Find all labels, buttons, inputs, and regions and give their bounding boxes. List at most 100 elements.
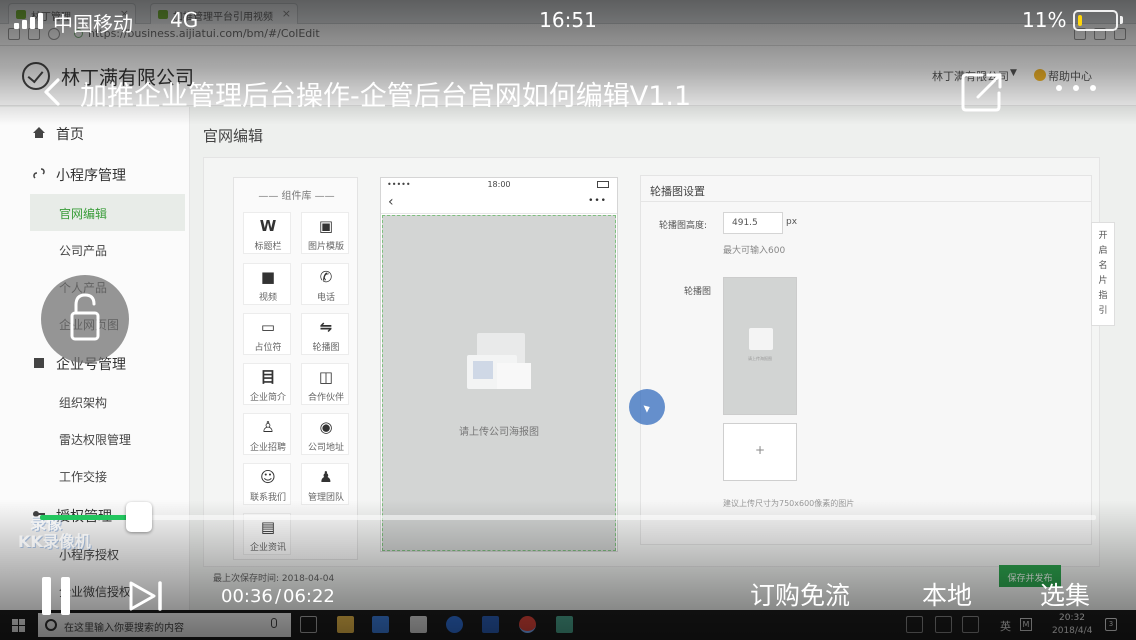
phone-time: 18:00 <box>487 180 511 189</box>
sidebar-item-org-structure: 组织架构 <box>59 396 108 410</box>
help-icon <box>1034 69 1046 81</box>
component-label: 标题栏 <box>254 242 282 252</box>
card-guide-char: 片 <box>1098 276 1108 286</box>
smile-icon: ☺ <box>260 468 276 486</box>
windows-start-icon <box>12 619 25 632</box>
browser-icon <box>446 616 463 633</box>
carousel-height-unit: px <box>786 217 798 227</box>
placeholder-icon: ▭ <box>260 318 276 336</box>
title-bar-icon: W <box>259 217 277 235</box>
sidebar-section-label: 首页 <box>56 127 84 143</box>
partners-icon: ◫ <box>318 368 334 386</box>
video-icon: ■ <box>260 268 276 286</box>
carousel-image-thumbnail: 请上传海报图 <box>723 277 797 415</box>
pause-icon <box>61 577 70 615</box>
caret-down-icon: ▼ <box>1010 68 1017 78</box>
mail-icon <box>410 616 427 633</box>
card-guide-tab: 开 启 名 片 指 引 <box>1091 222 1115 326</box>
component-contact: ☺ 联系我们 <box>243 463 291 505</box>
next-button[interactable] <box>128 580 164 612</box>
link-icon <box>33 168 45 179</box>
screen-lock-button[interactable] <box>41 275 129 363</box>
phone-more-icon: ••• <box>588 196 607 206</box>
people-icon <box>906 616 923 633</box>
free-data-subscribe-button[interactable]: 订购免流 <box>750 576 850 612</box>
carousel-image-label: 轮播图 <box>684 287 712 297</box>
component-team: ♟ 管理团队 <box>301 463 349 505</box>
next-icon <box>129 581 162 611</box>
total-duration: 06:22 <box>283 586 335 607</box>
component-placeholder: ▭ 占位符 <box>243 313 291 355</box>
thumbnail-caption: 请上传海报图 <box>748 356 772 361</box>
more-dots-icon <box>1056 85 1062 91</box>
windows-taskbar: 在这里输入你要搜索的内容 英 M 20:32 2018/4/4 3 <box>0 610 1136 640</box>
watermark-text: KK录像机 <box>18 532 91 551</box>
poster-image-icon <box>467 333 531 389</box>
file-explorer-icon <box>337 616 354 633</box>
last-saved-time: 最上次保存时间: 2018-04-04 <box>213 574 335 584</box>
word-icon <box>482 616 499 633</box>
component-label: 企业资讯 <box>249 543 286 553</box>
sidebar-section-label: 小程序管理 <box>56 168 126 184</box>
component-label: 合作伙伴 <box>307 393 344 403</box>
team-icon: ♟ <box>319 468 333 486</box>
share-icon <box>961 73 1002 112</box>
page-title: 官网编辑 <box>203 127 264 145</box>
news-icon: ▤ <box>260 518 276 536</box>
component-label: 视频 <box>258 293 277 303</box>
carousel-height-hint: 最大可输入600 <box>723 246 786 256</box>
status-clock: 16:51 <box>539 8 597 32</box>
ime-indicator: 英 <box>1000 620 1011 633</box>
current-time: 00:36 <box>221 586 273 607</box>
divider <box>641 201 1091 202</box>
chevron-left-icon <box>44 78 60 106</box>
taskbar-clock: 20:32 <box>1059 613 1085 623</box>
component-label: 电话 <box>316 293 335 303</box>
network-icon <box>962 616 979 633</box>
component-label: 管理团队 <box>307 493 344 503</box>
back-button[interactable] <box>38 78 66 106</box>
share-button[interactable] <box>960 71 1004 113</box>
battery-level <box>1078 15 1082 26</box>
progress-handle[interactable] <box>126 502 152 532</box>
card-guide-char: 引 <box>1098 306 1108 316</box>
microphone-icon <box>271 618 277 628</box>
taskbar-search-box: 在这里输入你要搜索的内容 <box>38 613 291 637</box>
settings-title: 轮播图设置 <box>650 185 705 198</box>
chrome-icon <box>519 616 536 633</box>
task-view-icon <box>300 616 317 633</box>
taskbar-date: 2018/4/4 <box>1052 626 1093 636</box>
sidebar-item-work-handover: 工作交接 <box>59 470 108 484</box>
carousel-icon: ⇋ <box>319 318 333 336</box>
pause-button[interactable] <box>40 577 72 615</box>
chevron-left-icon: ‹ <box>388 194 394 210</box>
component-title-bar: W 标题栏 <box>243 212 291 254</box>
sidebar-item-website-edit: 官网编辑 <box>30 194 185 231</box>
sidebar-item-radar-permissions: 雷达权限管理 <box>59 433 132 447</box>
component-label: 图片模版 <box>307 242 344 252</box>
card-guide-char: 名 <box>1098 261 1108 271</box>
local-button[interactable]: 本地 <box>922 576 972 612</box>
battery-icon <box>1073 10 1118 31</box>
progress-played <box>40 515 139 520</box>
image-size-tip: 建议上传尺寸为750x600像素的图片 <box>723 499 855 508</box>
video-title: 加推企业管理后台操作-企管后台官网如何编辑V1.1 <box>80 81 692 112</box>
poster-upload-hint: 请上传公司海报图 <box>459 427 539 438</box>
recruitment-icon: ♙ <box>261 418 275 436</box>
notification-icon: 3 <box>1105 618 1117 631</box>
progress-slider[interactable] <box>40 502 1096 532</box>
time-separator: / <box>275 586 282 607</box>
component-company-intro: 目企业简介 <box>243 363 291 405</box>
component-label: 企业简介 <box>249 393 286 403</box>
phone-nav-bar: ‹ ••• <box>381 192 617 214</box>
component-carousel: ⇋ 轮播图 <box>301 313 349 355</box>
sidebar-item-company-products: 公司产品 <box>59 244 108 258</box>
more-button[interactable] <box>1052 78 1100 98</box>
episodes-button[interactable]: 选集 <box>1040 576 1090 612</box>
store-icon <box>372 616 389 633</box>
card-guide-char: 启 <box>1098 246 1108 256</box>
battery-tip <box>1120 16 1123 24</box>
ios-status-bar: 中国移动 4G 16:51 11% <box>0 0 1136 40</box>
cortana-icon <box>45 619 57 631</box>
component-image-template: ▣ 图片模版 <box>301 212 349 254</box>
